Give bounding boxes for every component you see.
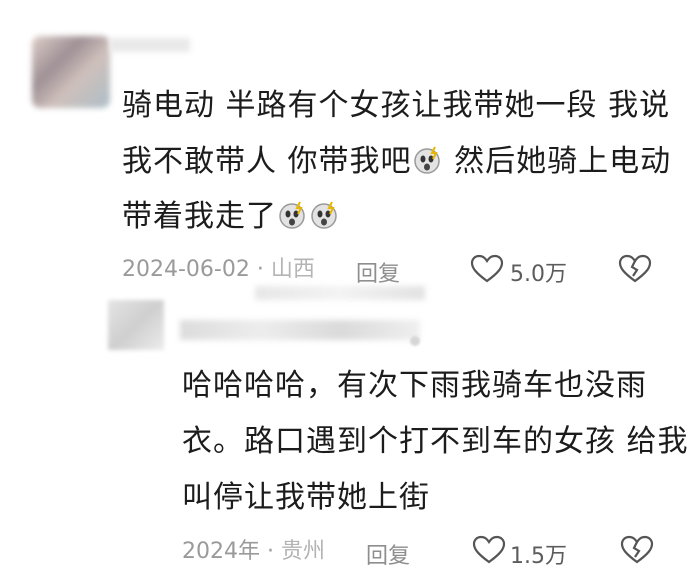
comment-text-segment: 我不敢带人 你带我吧 (122, 144, 412, 179)
like-heart-icon[interactable] (472, 535, 506, 565)
username-blurred[interactable] (110, 38, 190, 52)
reply-date: 2024年 (182, 539, 260, 564)
reply-location: 贵州 (280, 539, 325, 564)
scared-face-icon (279, 201, 305, 229)
blurred-dot (410, 336, 420, 346)
reply-avatar[interactable] (108, 300, 164, 350)
comment-text-line-3: 带着我走了 (122, 197, 341, 237)
reply-text-line-1: 哈哈哈哈，有次下雨我骑车也没雨 (182, 368, 647, 403)
dislike-broken-heart-icon[interactable] (620, 535, 654, 565)
reply-button[interactable]: 回复 (356, 256, 400, 288)
comment-text-segment: 带着我走了 (122, 199, 277, 234)
like-heart-icon[interactable] (470, 254, 504, 284)
comment-text-segment: 然后她骑上电动 (443, 144, 672, 179)
comment-meta: 2024-06-02 · 山西 (122, 256, 315, 284)
comment-date: 2024-06-02 (122, 257, 250, 282)
like-count: 5.0万 (510, 262, 567, 287)
comment-text-line-1: 骑电动 半路有个女孩让我带她一段 我说 (122, 88, 671, 123)
reply-button[interactable]: 回复 (366, 538, 410, 570)
avatar[interactable] (32, 36, 110, 108)
meta-separator: · (260, 539, 281, 564)
reply-meta: 2024年 · 贵州 (182, 538, 325, 566)
dislike-broken-heart-icon[interactable] (618, 254, 652, 284)
comment-location: 山西 (270, 257, 315, 282)
reply-text-line-2: 衣。路口遇到个打不到车的女孩 给我 (182, 424, 689, 459)
reply-username-blurred[interactable] (180, 320, 420, 340)
scared-face-icon (413, 146, 440, 174)
scared-face-icon (311, 201, 337, 229)
comment-text-line-2: 我不敢带人 你带我吧 然后她骑上电动 (122, 142, 671, 182)
like-count: 1.5万 (510, 544, 567, 569)
meta-separator: · (249, 257, 271, 282)
reply-text-line-3: 叫停让我带她上街 (182, 480, 430, 515)
blurred-overlay (255, 286, 425, 300)
